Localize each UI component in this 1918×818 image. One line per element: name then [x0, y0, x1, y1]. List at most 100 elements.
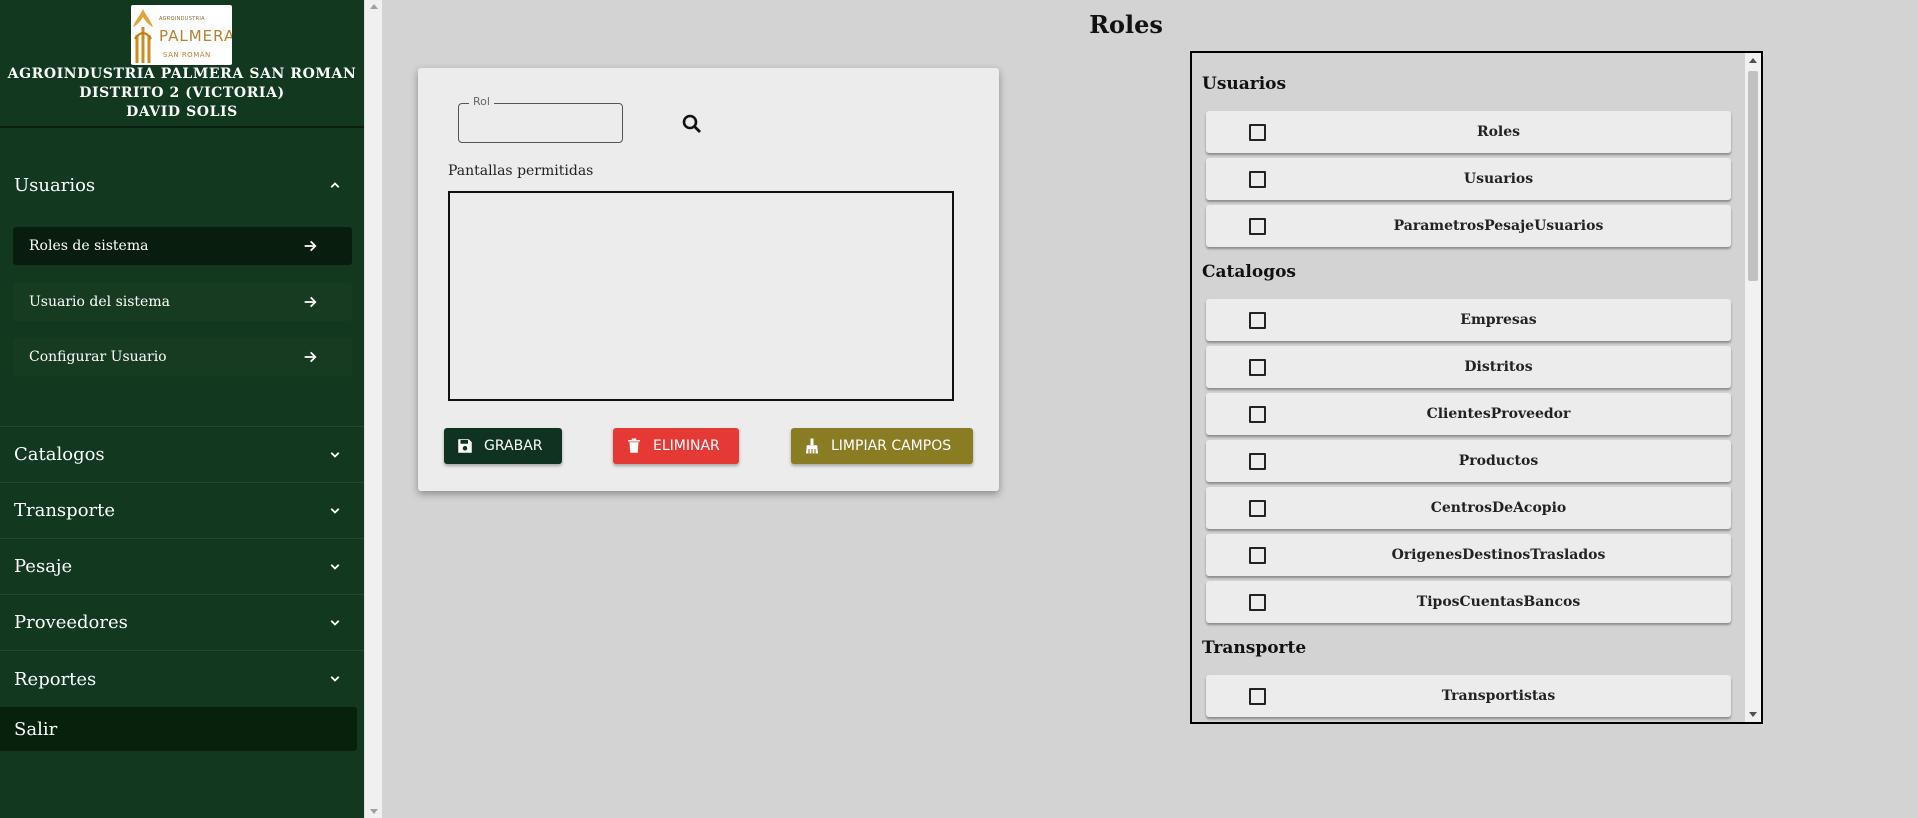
save-button-label: GRABAR [484, 438, 543, 454]
nav-pesaje-label: Pesaje [14, 556, 73, 577]
arrow-right-icon [304, 351, 317, 363]
rol-field[interactable]: Rol [458, 95, 623, 143]
permission-row-distritos[interactable]: Distritos [1206, 346, 1731, 388]
nav-section-usuarios: Usuarios [0, 157, 364, 213]
permission-label: CentrosDeAcopio [1430, 500, 1567, 516]
nav-reportes[interactable]: Reportes [0, 651, 364, 707]
group-title-usuarios: Usuarios [1202, 74, 1287, 94]
permission-label: OrigenesDestinosTraslados [1391, 547, 1606, 563]
permission-row-centros-de-acopio[interactable]: CentrosDeAcopio [1206, 487, 1731, 529]
permission-label: Productos [1458, 453, 1539, 469]
rol-field-label: Rol [469, 95, 494, 108]
sidebar-header: AGROINDUSTRIA PALMERA SAN ROMAN AGROINDU… [0, 0, 364, 128]
clear-fields-button-label: LIMPIAR CAMPOS [831, 438, 952, 454]
page-title: Roles [1089, 10, 1163, 39]
district-name: DISTRITO 2 (VICTORIA) [79, 85, 285, 101]
nav-pesaje[interactable]: Pesaje [0, 539, 364, 595]
permission-checkbox[interactable] [1249, 406, 1266, 423]
permission-label: ParametrosPesajeUsuarios [1393, 218, 1604, 234]
search-icon[interactable] [680, 112, 704, 136]
permission-checkbox[interactable] [1249, 500, 1266, 517]
permitted-screens-label: Pantallas permitidas [448, 163, 594, 179]
clear-fields-button[interactable]: LIMPIAR CAMPOS [791, 428, 973, 464]
arrow-right-icon [304, 296, 317, 308]
nav-catalogos[interactable]: Catalogos [0, 427, 364, 483]
permission-row-origenes-destinos-traslados[interactable]: OrigenesDestinosTraslados [1206, 534, 1731, 576]
permission-label: Empresas [1460, 312, 1537, 328]
permission-checkbox[interactable] [1249, 594, 1266, 611]
permissions-panel[interactable]: Usuarios Roles Usuarios ParametrosPesaje… [1190, 51, 1763, 724]
delete-button-label: ELIMINAR [653, 438, 720, 454]
arrow-right-icon [304, 240, 317, 252]
permission-row-empresas[interactable]: Empresas [1206, 299, 1731, 341]
sidebar: AGROINDUSTRIA PALMERA SAN ROMAN AGROINDU… [0, 0, 364, 818]
group-title-transporte: Transporte [1202, 638, 1307, 658]
permission-checkbox[interactable] [1249, 171, 1266, 188]
company-name: AGROINDUSTRIA PALMERA SAN ROMAN [7, 66, 357, 82]
permission-checkbox[interactable] [1249, 218, 1266, 235]
scroll-down-arrow-icon[interactable] [370, 809, 378, 814]
company-logo: AGROINDUSTRIA PALMERA SAN ROMAN [131, 5, 232, 65]
permission-label: Roles [1476, 124, 1521, 140]
logo-sub-text: SAN ROMAN [163, 51, 211, 59]
permission-label: Transportistas [1441, 688, 1556, 704]
chevron-down-icon [330, 676, 340, 682]
delete-button[interactable]: ELIMINAR [613, 428, 739, 464]
scroll-up-arrow-icon[interactable] [370, 4, 378, 9]
nav-usuarios[interactable]: Usuarios [0, 157, 364, 213]
permission-checkbox[interactable] [1249, 688, 1266, 705]
rol-input[interactable] [459, 104, 622, 142]
nav-proveedores-label: Proveedores [14, 612, 128, 633]
permission-row-usuarios[interactable]: Usuarios [1206, 158, 1731, 200]
sidebar-scrollbar[interactable] [364, 0, 382, 818]
scroll-up-arrow-icon[interactable] [1749, 58, 1757, 63]
permissions-scrollbar[interactable] [1745, 53, 1761, 722]
save-button[interactable]: GRABAR [444, 428, 562, 464]
permission-checkbox[interactable] [1249, 453, 1266, 470]
nav-transporte[interactable]: Transporte [0, 483, 364, 539]
permission-checkbox[interactable] [1249, 312, 1266, 329]
permission-row-clientes-proveedor[interactable]: ClientesProveedor [1206, 393, 1731, 435]
permission-label: Usuarios [1463, 171, 1534, 187]
scroll-down-arrow-icon[interactable] [1749, 712, 1757, 717]
chevron-down-icon [330, 563, 340, 570]
nav-section-reportes: Reportes [0, 651, 364, 707]
permission-row-productos[interactable]: Productos [1206, 440, 1731, 482]
sidebar-item-label: Usuario del sistema [29, 294, 170, 310]
nav-section-proveedores: Proveedores [0, 595, 364, 651]
chevron-down-icon [330, 619, 340, 626]
permission-label: Distritos [1464, 359, 1533, 375]
nav-catalogos-label: Catalogos [14, 444, 105, 465]
permitted-screens-box[interactable] [448, 191, 954, 401]
permission-row-parametros-pesaje-usuarios[interactable]: ParametrosPesajeUsuarios [1206, 205, 1731, 247]
permission-row-roles[interactable]: Roles [1206, 111, 1731, 153]
sidebar-item-configurar-usuario[interactable]: Configurar Usuario [13, 338, 352, 376]
nav-proveedores[interactable]: Proveedores [0, 595, 364, 651]
broom-icon [806, 438, 818, 454]
permission-label: TiposCuentasBancos [1416, 594, 1581, 610]
sidebar-item-usuario-del-sistema[interactable]: Usuario del sistema [13, 283, 352, 321]
sidebar-item-label: Roles de sistema [29, 238, 149, 254]
permission-checkbox[interactable] [1249, 124, 1266, 141]
logo-top-text: AGROINDUSTRIA [159, 16, 205, 22]
scrollbar-thumb[interactable] [1748, 71, 1758, 281]
role-form-card: Rol Pantallas permitidas GRABAR ELIMINAR… [418, 68, 999, 491]
chevron-down-icon [330, 451, 340, 458]
permission-label: ClientesProveedor [1426, 406, 1571, 422]
permission-checkbox[interactable] [1249, 359, 1266, 376]
palm-logo-icon [133, 9, 153, 63]
sidebar-item-roles-de-sistema[interactable]: Roles de sistema [13, 227, 352, 265]
save-icon [458, 439, 472, 453]
trash-icon [628, 438, 640, 453]
nav-usuarios-label: Usuarios [14, 174, 96, 196]
permission-row-transportistas[interactable]: Transportistas [1206, 675, 1731, 717]
nav-section-transporte: Transporte [0, 483, 364, 539]
sidebar-item-label: Configurar Usuario [29, 349, 167, 365]
nav-transporte-label: Transporte [14, 500, 116, 521]
permission-row-tipos-cuentas-bancos[interactable]: TiposCuentasBancos [1206, 581, 1731, 623]
nav-reportes-label: Reportes [14, 668, 97, 690]
permission-checkbox[interactable] [1249, 547, 1266, 564]
logout-button[interactable]: Salir [0, 707, 357, 751]
group-title-catalogos: Catalogos [1202, 262, 1297, 282]
nav-section-catalogos: Catalogos [0, 427, 364, 483]
